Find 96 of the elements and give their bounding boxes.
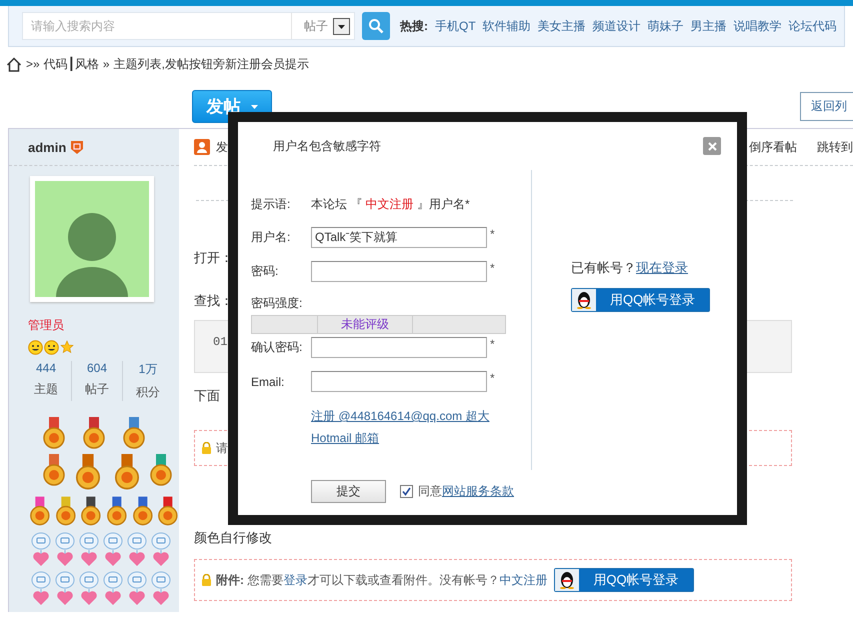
stat-label: 主题 — [34, 381, 58, 398]
required-mark: * — [490, 371, 495, 385]
user-group-label: 管理员 — [28, 317, 65, 334]
post-text: 查找： — [194, 292, 233, 310]
home-icon[interactable] — [6, 56, 22, 72]
back-to-list-button[interactable]: 返回列 — [800, 92, 853, 121]
field-label: 密码: — [251, 263, 280, 280]
avatar-frame[interactable] — [30, 176, 154, 302]
hot-search-link[interactable]: 美女主播 — [538, 18, 586, 34]
pendant-icon — [79, 571, 99, 607]
post-text: 打开： — [194, 249, 233, 267]
check-icon — [402, 487, 411, 496]
author-name[interactable]: admin — [28, 140, 66, 154]
hot-search-link[interactable]: 说唱教学 — [734, 18, 782, 34]
post-text: 下面 — [194, 387, 220, 405]
smiley-icon — [44, 340, 59, 355]
attachment-notice: 附件: 您需要登录才可以下载或查看附件。没有帐号？中文注册 — [216, 572, 548, 588]
medal-icon — [82, 417, 106, 451]
caret-icon — [250, 104, 258, 108]
agree-checkbox[interactable] — [400, 485, 413, 498]
post-toolbar-link[interactable]: 倒序看帖 — [749, 138, 797, 156]
hint-text: 本论坛 『 中文注册 』用户名* — [311, 196, 470, 213]
search-icon — [368, 18, 384, 34]
penguin-icon — [559, 571, 576, 589]
pendant-icon — [79, 532, 99, 568]
medal-icon — [122, 417, 146, 451]
star-icon — [60, 340, 74, 354]
text-field[interactable] — [311, 371, 487, 392]
text-field[interactable] — [311, 337, 487, 358]
qq-login-button[interactable]: 用QQ帐号登录 — [554, 568, 694, 592]
required-mark: * — [490, 261, 495, 275]
breadcrumb-link[interactable]: 代码┃风格 — [44, 56, 99, 72]
hot-search-link[interactable]: 软件辅助 — [482, 18, 531, 34]
submit-button[interactable]: 提交 — [311, 480, 386, 503]
pendant-icon — [31, 532, 51, 568]
login-now-link[interactable]: 现在登录 — [636, 260, 688, 275]
user-icon — [194, 139, 210, 155]
hint-label: 提示语: — [251, 196, 292, 213]
post-author-text: 发 — [216, 138, 228, 156]
text-field[interactable]: QTalkˉ笑下就算 — [311, 227, 487, 248]
pendant-icon — [151, 571, 171, 607]
penguin-icon — [576, 291, 592, 309]
field-label: 密码强度: — [251, 296, 302, 310]
field-label: 用户名: — [251, 229, 292, 246]
search-field[interactable]: 请输入搜索内容 帖子 — [22, 12, 355, 40]
smiley-icon — [28, 340, 43, 355]
hot-search-link[interactable]: 男主播 — [690, 18, 727, 34]
medal-icon — [42, 454, 66, 488]
pendant-icon — [103, 571, 123, 607]
pendant-icon — [31, 571, 51, 607]
stat-value[interactable]: 444 — [36, 361, 56, 375]
stat-value[interactable]: 1万 — [138, 361, 158, 378]
pendant-icon — [151, 532, 171, 568]
pendant-icon — [127, 571, 147, 607]
login-link[interactable]: 登录 — [283, 572, 308, 586]
register-link[interactable]: 中文注册 — [499, 572, 548, 586]
pendant-icon — [55, 571, 75, 607]
dialog-title: 用户名包含敏感字符 — [273, 138, 381, 154]
breadcrumb-separator: » — [102, 57, 110, 71]
required-mark: * — [490, 337, 495, 351]
qq-login-button[interactable]: 用QQ帐号登录 — [571, 288, 710, 312]
field-label: 确认密码: — [251, 339, 304, 356]
required-mark: * — [490, 227, 495, 241]
medal-icon — [149, 454, 173, 488]
breadcrumb-current: 主题列表,发帖按钮旁新注册会员提示 — [114, 56, 309, 72]
locked-text: 请 — [216, 440, 228, 456]
field-label: Email: — [251, 374, 286, 388]
agree-text: 同意网站服务条款 — [418, 483, 514, 500]
medal-icon — [42, 417, 66, 451]
section-title: 颜色自行修改 — [194, 529, 272, 547]
stat-value[interactable]: 604 — [86, 361, 108, 375]
close-icon — [708, 142, 716, 150]
close-button[interactable] — [703, 137, 721, 155]
stat-label: 积分 — [136, 384, 160, 401]
breadcrumb-separator: >» — [26, 57, 40, 71]
pendant-icon — [127, 532, 147, 568]
hot-search-link[interactable]: 手机QT — [435, 18, 476, 34]
post-toolbar-link[interactable]: 跳转到 — [817, 138, 853, 156]
official-badge-icon — [69, 139, 86, 155]
hot-search-link[interactable]: 萌妹子 — [648, 18, 684, 34]
login-prompt: 已有帐号？现在登录 — [571, 259, 688, 277]
lock-icon — [201, 574, 212, 586]
pendant-icon — [103, 532, 123, 568]
code-line: 01 — [213, 335, 228, 349]
lock-icon — [201, 442, 212, 454]
pendant-icon — [55, 532, 75, 568]
text-field[interactable] — [311, 261, 487, 282]
hot-search-label: 热搜: — [400, 18, 428, 34]
strength-rating: 未能评级 — [341, 316, 390, 333]
register-link[interactable]: 中文注册 — [366, 197, 414, 211]
category-select[interactable]: 帖子 — [291, 13, 354, 39]
stat-label: 帖子 — [85, 381, 109, 398]
terms-link[interactable]: 网站服务条款 — [442, 484, 514, 498]
hot-search-link[interactable]: 频道设计 — [592, 18, 641, 34]
search-button[interactable] — [362, 12, 390, 40]
hot-search-link[interactable]: 论坛代码 — [788, 18, 837, 34]
